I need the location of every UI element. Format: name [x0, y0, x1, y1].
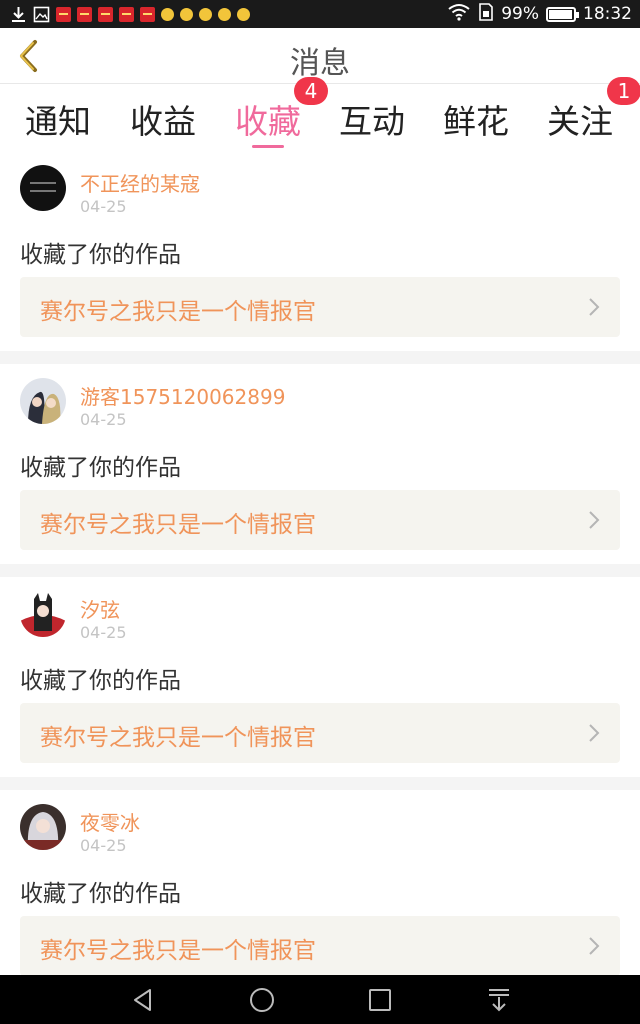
- sim-icon: [478, 2, 494, 26]
- list-item: 夜零冰 04-25 收藏了你的作品 赛尔号之我只是一个情报官: [0, 790, 640, 975]
- image-icon: [33, 6, 50, 23]
- message-action: 收藏了你的作品: [20, 242, 181, 268]
- list-item: 不正经的某寇 04-25 收藏了你的作品 赛尔号之我只是一个情报官: [0, 151, 640, 351]
- download-icon: [10, 6, 27, 23]
- red-packet-icon: [119, 6, 134, 22]
- red-packet-icon: [140, 6, 155, 22]
- message-tabs: 通知 收益 收藏 互动 鲜花 关注 4 1: [0, 77, 640, 151]
- avatar[interactable]: [20, 804, 66, 850]
- message-date: 04-25: [80, 410, 127, 429]
- nav-back-button[interactable]: [126, 983, 160, 1017]
- list-item: 游客1575120062899 04-25 收藏了你的作品 赛尔号之我只是一个情…: [0, 364, 640, 564]
- chevron-right-icon: [589, 298, 600, 316]
- tab-notification[interactable]: 通知: [8, 95, 108, 143]
- follow-badge: 1: [607, 77, 640, 105]
- username[interactable]: 游客1575120062899: [80, 381, 285, 410]
- bulb-icon: [199, 7, 212, 21]
- favorites-badge: 4: [294, 77, 328, 105]
- nav-notification-button[interactable]: [482, 983, 516, 1017]
- page-title: 消息: [290, 46, 350, 81]
- work-link[interactable]: 赛尔号之我只是一个情报官: [20, 490, 620, 550]
- message-date: 04-25: [80, 197, 127, 216]
- active-tab-indicator: [252, 145, 284, 148]
- status-bar-notification-icons: [10, 4, 250, 24]
- chevron-right-icon: [589, 511, 600, 529]
- work-link[interactable]: 赛尔号之我只是一个情报官: [20, 277, 620, 337]
- chevron-right-icon: [589, 937, 600, 955]
- status-bar-system: 99% 18:32: [447, 2, 632, 26]
- message-list: 不正经的某寇 04-25 收藏了你的作品 赛尔号之我只是一个情报官 游客1575…: [0, 151, 640, 975]
- battery-percent: 99%: [501, 4, 539, 24]
- red-packet-icon: [77, 6, 92, 22]
- bulb-icon: [237, 7, 250, 21]
- red-packet-icon: [56, 6, 71, 22]
- chevron-right-icon: [589, 724, 600, 742]
- divider: [0, 351, 640, 364]
- username[interactable]: 夜零冰: [80, 807, 140, 836]
- work-title: 赛尔号之我只是一个情报官: [40, 512, 316, 538]
- battery-icon: [546, 6, 579, 22]
- bulb-icon: [180, 7, 193, 21]
- message-date: 04-25: [80, 836, 127, 855]
- work-link[interactable]: 赛尔号之我只是一个情报官: [20, 916, 620, 975]
- username[interactable]: 不正经的某寇: [80, 168, 200, 197]
- message-action: 收藏了你的作品: [20, 668, 181, 694]
- message-action: 收藏了你的作品: [20, 881, 181, 907]
- divider: [0, 777, 640, 790]
- system-nav-bar: [0, 975, 640, 1024]
- bulb-icon: [161, 7, 174, 21]
- home-circle-icon: [250, 988, 274, 1012]
- clock: 18:32: [583, 4, 632, 24]
- message-action: 收藏了你的作品: [20, 455, 181, 481]
- red-packet-icon: [98, 6, 113, 22]
- work-title: 赛尔号之我只是一个情报官: [40, 725, 316, 751]
- avatar[interactable]: [20, 165, 66, 211]
- back-triangle-icon: [134, 989, 151, 1011]
- bulb-icon: [218, 7, 231, 21]
- wifi-icon: [447, 3, 471, 26]
- work-link[interactable]: 赛尔号之我只是一个情报官: [20, 703, 620, 763]
- nav-home-button[interactable]: [245, 983, 279, 1017]
- divider: [0, 564, 640, 577]
- recents-square-icon: [369, 989, 391, 1011]
- message-date: 04-25: [80, 623, 127, 642]
- work-title: 赛尔号之我只是一个情报官: [40, 299, 316, 325]
- tab-interaction[interactable]: 互动: [322, 95, 422, 143]
- username[interactable]: 汐弦: [80, 594, 120, 623]
- nav-recents-button[interactable]: [363, 983, 397, 1017]
- avatar[interactable]: [20, 591, 66, 637]
- avatar[interactable]: [20, 378, 66, 424]
- list-item: 汐弦 04-25 收藏了你的作品 赛尔号之我只是一个情报官: [0, 577, 640, 777]
- app-header: 消息: [0, 28, 640, 84]
- tab-flowers[interactable]: 鲜花: [426, 95, 526, 143]
- work-title: 赛尔号之我只是一个情报官: [40, 938, 316, 964]
- tab-earnings[interactable]: 收益: [113, 95, 213, 143]
- notification-pull-down-icon: [489, 989, 509, 1012]
- status-bar: 99% 18:32: [0, 0, 640, 28]
